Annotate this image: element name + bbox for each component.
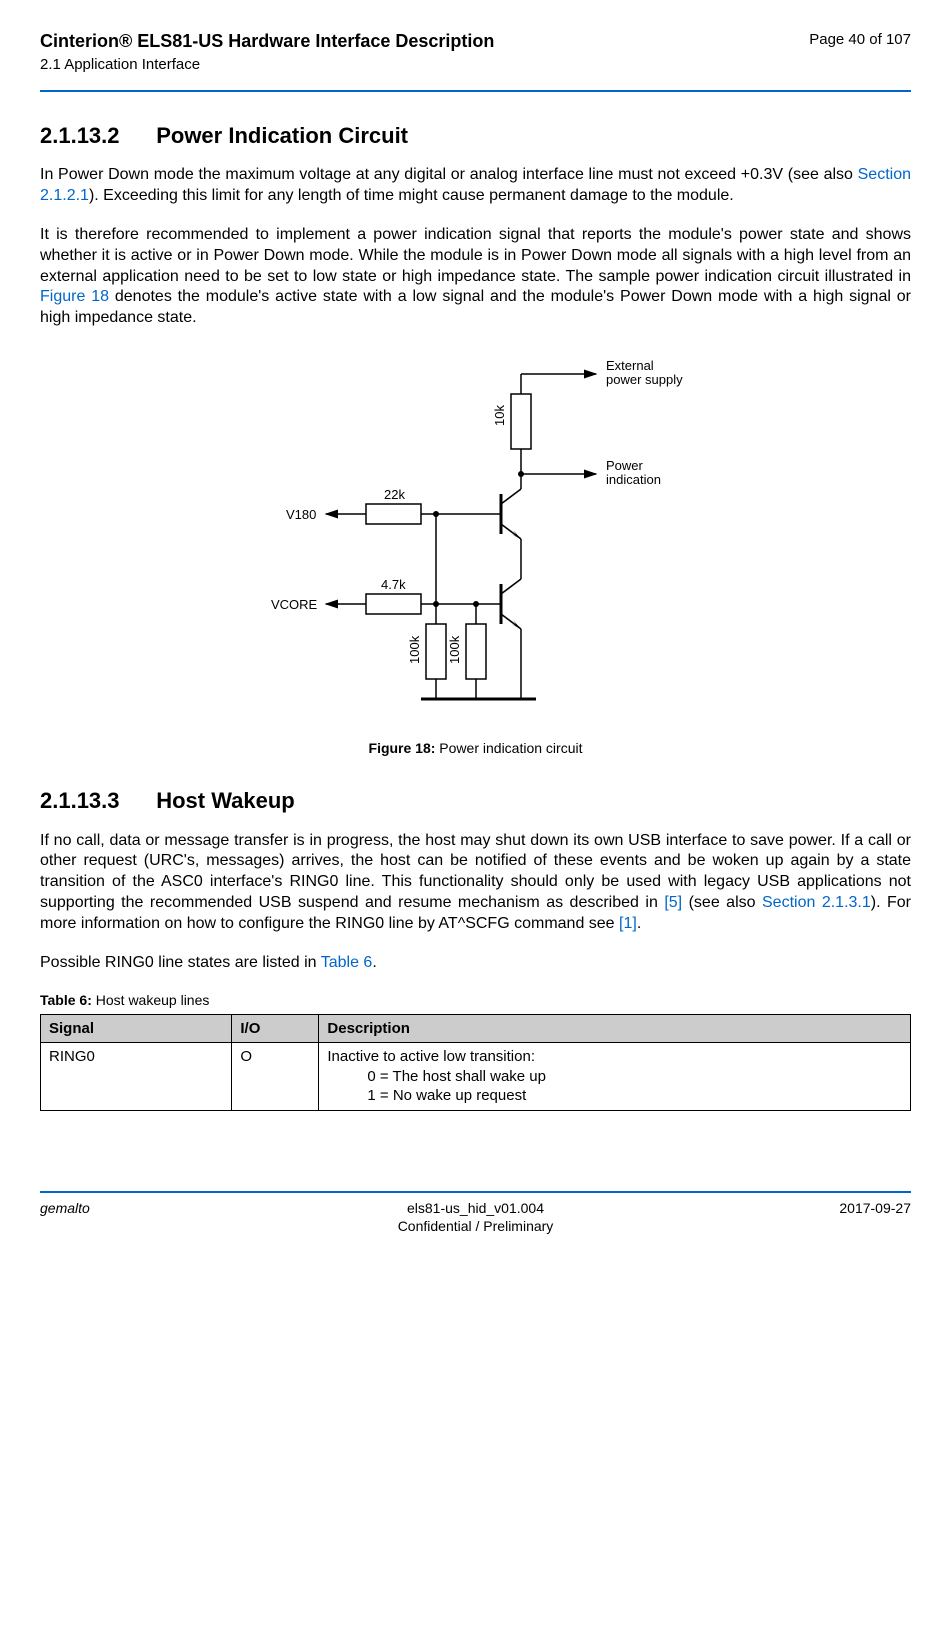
table-label: Table 6: [40, 992, 92, 1008]
section-number: 2.1.13.3 [40, 788, 120, 813]
page-footer: gemalto els81-us_hid_v01.004 Confidentia… [40, 1191, 911, 1235]
text: denotes the module's active state with a… [40, 288, 911, 326]
text: It is therefore recommended to implement… [40, 226, 911, 285]
link-table-6[interactable]: Table 6 [321, 954, 373, 971]
desc-line1: Inactive to active low transition: [327, 1047, 902, 1067]
para-ring0-states: Possible RING0 line states are listed in… [40, 953, 911, 974]
section-title: Host Wakeup [156, 788, 295, 813]
link-ref-5[interactable]: [5] [664, 894, 682, 911]
text: Possible RING0 line states are listed in [40, 954, 321, 971]
figure-18: External power supply 10k Power indicati… [40, 354, 911, 757]
col-io: I/O [232, 1014, 319, 1043]
figure-text: Power indication circuit [435, 740, 582, 756]
label-100k-a: 100k [407, 635, 422, 664]
cell-io: O [232, 1043, 319, 1111]
cell-description: Inactive to active low transition: 0 = T… [319, 1043, 911, 1111]
host-wakeup-table: Signal I/O Description RING0 O Inactive … [40, 1014, 911, 1111]
table-caption: Table 6: Host wakeup lines [40, 991, 911, 1009]
link-section-2131[interactable]: Section 2.1.3.1 [762, 894, 871, 911]
label-vcore: VCORE [271, 597, 318, 612]
label-10k: 10k [492, 405, 507, 426]
text: ). Exceeding this limit for any length o… [89, 187, 734, 204]
link-figure-18[interactable]: Figure 18 [40, 288, 109, 305]
doc-subtitle: 2.1 Application Interface [40, 55, 494, 75]
footer-confidential: Confidential / Preliminary [40, 1217, 911, 1235]
section-title: Power Indication Circuit [156, 123, 408, 148]
text: . [637, 915, 641, 932]
power-indication-circuit-svg: External power supply 10k Power indicati… [206, 354, 746, 724]
footer-date: 2017-09-27 [839, 1199, 911, 1217]
label-power-supply: power supply [606, 372, 683, 387]
text: (see also [682, 894, 762, 911]
footer-brand: gemalto [40, 1199, 90, 1217]
para-power-down: In Power Down mode the maximum voltage a… [40, 165, 911, 207]
link-ref-1[interactable]: [1] [619, 915, 637, 932]
table-text: Host wakeup lines [92, 992, 210, 1008]
section-heading-host-wakeup: 2.1.13.3 Host Wakeup [40, 787, 911, 816]
col-signal: Signal [41, 1014, 232, 1043]
label-v180: V180 [286, 507, 316, 522]
section-heading-power-indication: 2.1.13.2 Power Indication Circuit [40, 122, 911, 151]
figure-label: Figure 18: [369, 740, 436, 756]
page-header: Cinterion® ELS81-US Hardware Interface D… [40, 30, 911, 92]
text: In Power Down mode the maximum voltage a… [40, 166, 858, 183]
table-header-row: Signal I/O Description [41, 1014, 911, 1043]
footer-center: els81-us_hid_v01.004 Confidential / Prel… [40, 1199, 911, 1235]
label-100k-b: 100k [447, 635, 462, 664]
header-left: Cinterion® ELS81-US Hardware Interface D… [40, 30, 494, 75]
text: . [372, 954, 376, 971]
label-indication: indication [606, 472, 661, 487]
label-power: Power [606, 458, 644, 473]
figure-caption: Figure 18: Power indication circuit [40, 739, 911, 757]
section-number: 2.1.13.2 [40, 123, 120, 148]
table-row: RING0 O Inactive to active low transitio… [41, 1043, 911, 1111]
cell-signal: RING0 [41, 1043, 232, 1111]
desc-line2: 0 = The host shall wake up [367, 1067, 902, 1087]
desc-line3: 1 = No wake up request [367, 1086, 902, 1106]
label-47k: 4.7k [381, 577, 406, 592]
col-description: Description [319, 1014, 911, 1043]
para-recommendation: It is therefore recommended to implement… [40, 225, 911, 329]
label-external: External [606, 358, 654, 373]
footer-docid: els81-us_hid_v01.004 [40, 1199, 911, 1217]
page-number: Page 40 of 107 [809, 30, 911, 50]
doc-title: Cinterion® ELS81-US Hardware Interface D… [40, 30, 494, 53]
label-22k: 22k [384, 487, 405, 502]
para-host-wakeup: If no call, data or message transfer is … [40, 831, 911, 935]
